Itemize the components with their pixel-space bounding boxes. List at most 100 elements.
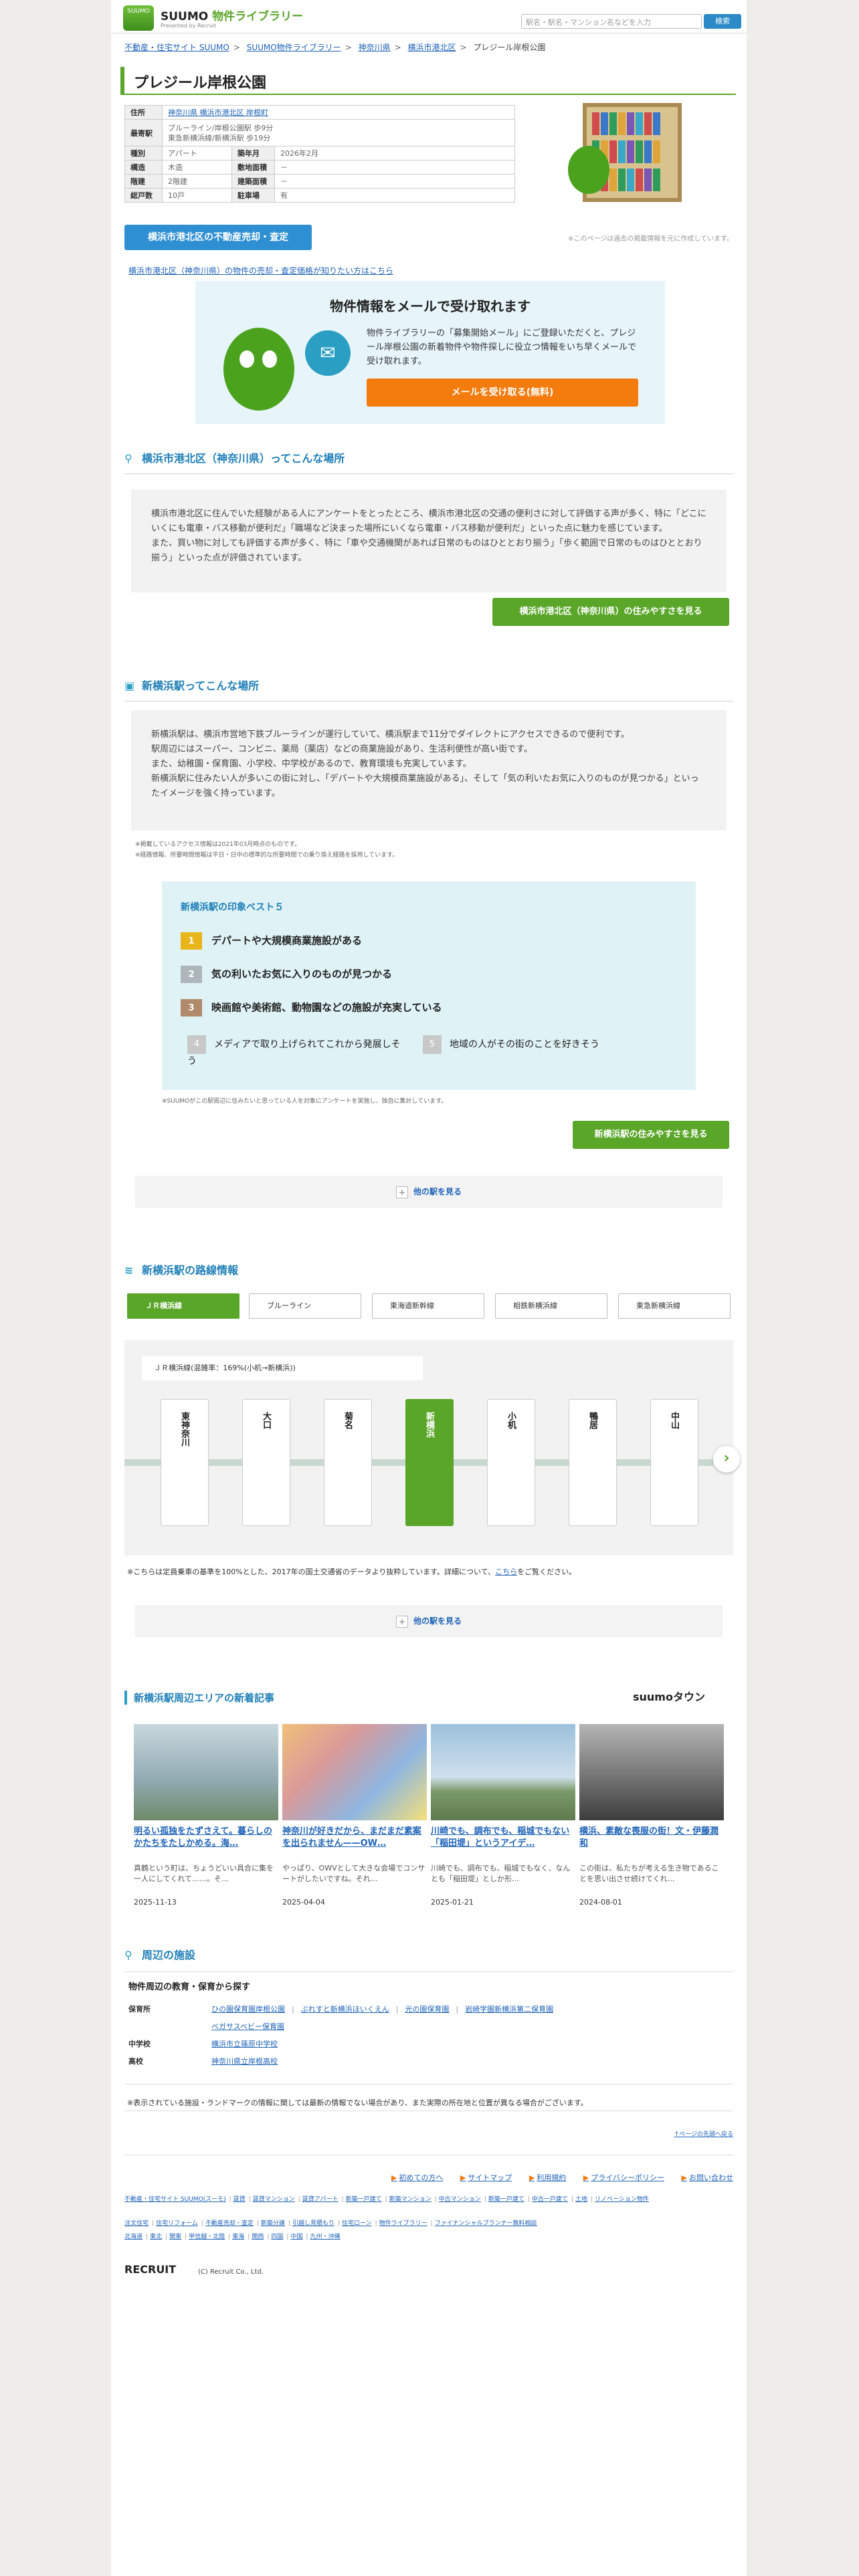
tab-blue-line[interactable]: ブルーライン bbox=[249, 1293, 361, 1319]
footer-link[interactable]: ▶ サイトマップ bbox=[460, 2173, 512, 2182]
article-title[interactable]: 明るい孤独をたずさえて。暮らしのかたちをたしかめる。海… bbox=[134, 1826, 278, 1863]
no-image-bookshelf-illustration bbox=[568, 103, 682, 202]
breadcrumb-link[interactable]: 横浜市港北区 bbox=[407, 43, 456, 52]
article-title[interactable]: 横浜、素敵な喪服の街！文・伊藤潤和 bbox=[579, 1826, 724, 1863]
article-date: 2025-04-04 bbox=[282, 1898, 325, 1907]
best5-panel: 新横浜駅の印象ベスト５ 1 デパートや大規模商業施設がある 2 気の利いたお気に入り… bbox=[162, 881, 696, 1090]
area-livability-button[interactable]: 横浜市港北区（神奈川県）の住みやすさを見る bbox=[492, 598, 729, 626]
breadcrumb-link[interactable]: SUUMO物件ライブラリー bbox=[247, 43, 341, 52]
footer-small-link[interactable]: 住宅リフォーム bbox=[156, 2220, 198, 2227]
footer-small-link[interactable]: 賃貸マンション bbox=[253, 2196, 295, 2203]
footer-small-link[interactable]: 賃貸 bbox=[233, 2196, 246, 2203]
mail-signup-button[interactable]: メールを受け取る(無料) bbox=[367, 379, 638, 407]
tab-jr-yokohama[interactable]: ＪＲ横浜線 bbox=[127, 1293, 240, 1319]
table-value: 2026年2月 bbox=[274, 146, 515, 160]
footer-small-link[interactable]: 住宅ローン bbox=[342, 2220, 372, 2227]
congestion-label: ＪＲ横浜線(混雑率：169%(小机→新横浜)) bbox=[142, 1356, 423, 1380]
footer-small-link[interactable]: 中国 bbox=[290, 2234, 302, 2240]
area-heading: ⚲ 横浜市港北区（神奈川県）ってこんな場所 bbox=[124, 449, 733, 474]
footer-small-link[interactable]: 賃貸アパート bbox=[302, 2196, 339, 2203]
page-title: プレジール岸根公園 bbox=[120, 67, 736, 95]
footer-small-link[interactable]: 中古マンション bbox=[439, 2196, 481, 2203]
station-card[interactable]: 大口 bbox=[242, 1399, 290, 1526]
rank-item: 3 映画館や美術館、動物園などの施設が充実している bbox=[181, 999, 442, 1016]
footer-small-link[interactable]: 不動産売却・査定 bbox=[205, 2220, 254, 2227]
article-card[interactable]: 神奈川が好きだから、まだまだ素案を出られません——OW… やっぱり、OWVとして… bbox=[282, 1724, 427, 1907]
footer-link[interactable]: ▶ 初めての方へ bbox=[391, 2173, 443, 2182]
facility-link[interactable]: ぶれすと新横浜ほいくえん bbox=[301, 2005, 389, 2014]
footer-small-link[interactable]: リノベーション物件 bbox=[595, 2196, 649, 2203]
footer-small-link[interactable]: 新築一戸建て bbox=[346, 2196, 382, 2203]
logo-suffix: 物件ライブラリー bbox=[212, 10, 304, 23]
logo-badge[interactable]: SUUMO bbox=[123, 5, 154, 31]
footer-small-link[interactable]: ファイナンシャルプランナー無料相談 bbox=[435, 2220, 537, 2227]
search-input[interactable]: 駅名・駅名・マンション名などを入力 bbox=[521, 14, 702, 29]
other-station-label: 他の駅を見る bbox=[413, 1616, 462, 1626]
address-link[interactable]: 神奈川県 横浜市港北区 岸根町 bbox=[168, 108, 268, 117]
congestion-detail-link[interactable]: こちら bbox=[495, 1568, 517, 1576]
footer-small-link[interactable]: 中古一戸建て bbox=[532, 2196, 568, 2203]
table-value: 神奈川県 横浜市港北区 岸根町 bbox=[162, 105, 515, 120]
footer-small-link[interactable]: 土地 bbox=[575, 2196, 587, 2203]
station-card[interactable]: 東神奈川 bbox=[161, 1399, 209, 1526]
station-card[interactable]: 中山 bbox=[650, 1399, 698, 1526]
article-card[interactable]: 明るい孤独をたずさえて。暮らしのかたちをたしかめる。海… 真鶴という町は、ちょう… bbox=[134, 1724, 278, 1907]
search-button[interactable]: 検索 bbox=[704, 14, 741, 29]
station-card-current[interactable]: 新横浜 bbox=[405, 1399, 454, 1526]
station-livability-button[interactable]: 新横浜駅の住みやすさを見る bbox=[573, 1121, 729, 1149]
footer-small-link[interactable]: 注文住宅 bbox=[124, 2220, 149, 2227]
sell-price-link[interactable]: 横浜市港北区（神奈川県）の物件の売却・査定価格が知りたい方はこちら bbox=[128, 265, 393, 276]
sell-appraisal-button[interactable]: 横浜市港北区の不動産売却・査定 bbox=[124, 225, 312, 250]
facility-link[interactable]: 神奈川県立岸根高校 bbox=[211, 2057, 278, 2066]
footer-small-link[interactable]: 東海 bbox=[232, 2234, 244, 2240]
breadcrumb-link[interactable]: 神奈川県 bbox=[359, 43, 391, 52]
table-label: 建築面積 bbox=[231, 174, 275, 189]
footer-small-link[interactable]: 物件ライブラリー bbox=[379, 2220, 427, 2227]
other-station-button[interactable]: + 他の駅を見る bbox=[135, 1176, 723, 1208]
station-card[interactable]: 菊名 bbox=[324, 1399, 372, 1526]
footer-small-link[interactable]: 新築分譲 bbox=[261, 2220, 285, 2227]
footer-small-link[interactable]: 新築マンション bbox=[389, 2196, 432, 2203]
article-card[interactable]: 横浜、素敵な喪服の街！文・伊藤潤和 この街は、私たちが考える生き物であることを思… bbox=[579, 1724, 724, 1907]
footer-link[interactable]: ▶ お問い合わせ bbox=[682, 2173, 733, 2182]
station-card[interactable]: 小机 bbox=[487, 1399, 535, 1526]
article-card[interactable]: 川崎でも、調布でも、稲城でもない「稲田堤」というアイデ… 川崎でも、調布でも、稲… bbox=[431, 1724, 575, 1907]
tab-tokyu[interactable]: 東急新横浜線 bbox=[618, 1293, 731, 1319]
footer-small-link[interactable]: 不動産・住宅サイト SUUMO(スーモ) bbox=[124, 2196, 226, 2203]
facility-link[interactable]: ベガサスベビー保育園 bbox=[211, 2022, 284, 2031]
article-title[interactable]: 神奈川が好きだから、まだまだ素案を出られません——OW… bbox=[282, 1826, 427, 1863]
tab-tokaido-shinkansen[interactable]: 東海道新幹線 bbox=[372, 1293, 484, 1319]
other-station-button[interactable]: + 他の駅を見る bbox=[135, 1605, 723, 1637]
plus-icon: + bbox=[395, 1615, 408, 1628]
footer-link[interactable]: ▶ 利用規約 bbox=[529, 2173, 566, 2182]
back-to-top-link[interactable]: ↑ページの先頭へ戻る bbox=[674, 2129, 733, 2138]
table-value: アパート bbox=[162, 146, 232, 160]
breadcrumb-link[interactable]: 不動産・住宅サイト SUUMO bbox=[124, 43, 229, 52]
article-title[interactable]: 川崎でも、調布でも、稲城でもない「稲田堤」というアイデ… bbox=[431, 1826, 575, 1863]
article-image bbox=[431, 1724, 575, 1820]
footer-small-link[interactable]: 東北 bbox=[150, 2234, 162, 2240]
article-date: 2025-01-21 bbox=[431, 1898, 474, 1907]
footer-small-link[interactable]: 関東 bbox=[169, 2234, 181, 2240]
facility-link[interactable]: 光の園保育園 bbox=[405, 2005, 449, 2014]
facility-link[interactable]: ひの園保育園岸根公園 bbox=[211, 2005, 285, 2014]
rank-item: 2 気の利いたお気に入りのものが見つかる bbox=[181, 966, 392, 983]
footer-small-link[interactable]: 甲信越・北陸 bbox=[189, 2234, 225, 2240]
footer-small-link[interactable]: 北海道 bbox=[124, 2234, 142, 2240]
facility-link[interactable]: 横浜市立篠原中学校 bbox=[211, 2040, 278, 2048]
logo[interactable]: SUUMO 物件ライブラリー bbox=[161, 7, 303, 23]
footer-links: ▶ 初めての方へ ▶ サイトマップ ▶ 利用規約 ▶ プライバシーポリシー ▶ お問い合わ… bbox=[124, 2172, 733, 2183]
footer-small-link[interactable]: 九州・沖縄 bbox=[310, 2234, 341, 2240]
station-card[interactable]: 鴨居 bbox=[569, 1399, 617, 1526]
footer-small-link[interactable]: 新築一戸建て bbox=[488, 2196, 524, 2203]
facility-link[interactable]: 岩崎学園新横浜第二保育園 bbox=[465, 2005, 553, 2014]
footer-small-link[interactable]: 四国 bbox=[271, 2234, 283, 2240]
suumo-town-logo[interactable]: suumoタウン bbox=[633, 1688, 705, 1704]
table-label: 敷地面積 bbox=[231, 160, 275, 175]
map-pin-icon: ⚲ bbox=[124, 1949, 132, 1961]
footer-small-link[interactable]: 関西 bbox=[252, 2234, 264, 2240]
tab-sotetsu[interactable]: 相鉄新横浜線 bbox=[495, 1293, 607, 1319]
chevron-right-icon[interactable]: › bbox=[713, 1446, 740, 1473]
footer-link[interactable]: ▶ プライバシーポリシー bbox=[583, 2173, 664, 2182]
footer-small-link[interactable]: 引越し見積もり bbox=[292, 2220, 335, 2227]
